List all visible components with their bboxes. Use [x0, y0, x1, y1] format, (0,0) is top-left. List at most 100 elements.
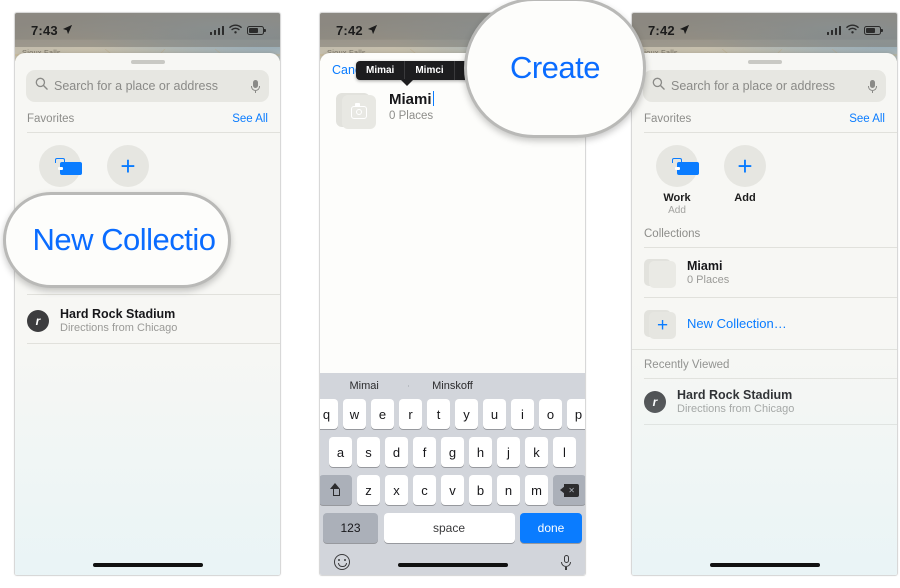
battery-icon — [864, 25, 883, 35]
maps-bottom-sheet: Search for a place or address Favorites … — [15, 53, 280, 575]
cellular-signal-icon — [209, 25, 224, 35]
list-item[interactable]: Miami 0 Places — [632, 248, 897, 297]
key-p[interactable]: p — [567, 399, 585, 429]
key-f[interactable]: f — [413, 437, 436, 467]
phone1-screen: Sioux Falls 7:43 — [15, 13, 280, 575]
onscreen-keyboard: Mimai Minskoff q w e r t y u i o p a s d… — [320, 373, 585, 575]
location-arrow-icon — [367, 23, 378, 38]
key-h[interactable]: h — [469, 437, 492, 467]
key-r[interactable]: r — [399, 399, 422, 429]
camera-icon[interactable] — [336, 91, 376, 129]
plus-icon: + — [107, 145, 149, 187]
cellular-signal-icon — [826, 25, 841, 35]
shift-icon[interactable] — [320, 475, 352, 505]
search-placeholder: Search for a place or address — [54, 79, 218, 93]
collection-title: Miami — [687, 259, 723, 273]
status-time-group: 7:43 — [31, 23, 73, 38]
microphone-icon[interactable] — [251, 79, 260, 93]
place-subtitle: Directions from Chicago — [677, 403, 795, 415]
favorites-row: Work Add + Add — [632, 133, 897, 222]
sheet-grabber-handle[interactable] — [747, 60, 782, 64]
key-c[interactable]: c — [413, 475, 436, 505]
status-bar: 7:43 — [15, 13, 280, 47]
maps-bottom-sheet: Search for a place or address Favorites … — [632, 53, 897, 575]
callout-new-collection: New Collectio — [3, 192, 231, 288]
new-collection-button[interactable]: + New Collection… — [632, 298, 897, 349]
emoji-icon[interactable] — [334, 554, 350, 570]
key-j[interactable]: j — [497, 437, 520, 467]
key-n[interactable]: n — [497, 475, 520, 505]
done-key[interactable]: done — [520, 513, 582, 543]
collections-header: Collections — [632, 222, 897, 247]
home-indicator[interactable] — [92, 563, 203, 567]
key-o[interactable]: o — [539, 399, 562, 429]
plus-icon: + — [644, 308, 676, 339]
key-q[interactable]: q — [320, 399, 338, 429]
key-s[interactable]: s — [357, 437, 380, 467]
search-icon — [35, 77, 48, 95]
list-item[interactable]: r Hard Rock Stadium Directions from Chic… — [632, 379, 897, 424]
home-indicator[interactable] — [397, 563, 508, 567]
key-y[interactable]: y — [455, 399, 478, 429]
status-time: 7:42 — [336, 22, 363, 38]
key-v[interactable]: v — [441, 475, 464, 505]
backspace-icon[interactable]: ✕ — [553, 475, 585, 505]
favorites-see-all-button[interactable]: See All — [849, 113, 885, 125]
recently-viewed-header: Recently Viewed — [632, 350, 897, 378]
key-a[interactable]: a — [329, 437, 352, 467]
numbers-key[interactable]: 123 — [323, 513, 378, 543]
key-d[interactable]: d — [385, 437, 408, 467]
sheet-grabber-handle[interactable] — [130, 60, 165, 64]
status-bar: 7:42 — [632, 13, 897, 47]
key-u[interactable]: u — [483, 399, 506, 429]
favorites-header: Favorites See All — [15, 102, 280, 132]
list-item[interactable]: r Hard Rock Stadium Directions from Chic… — [15, 295, 280, 343]
microphone-icon[interactable] — [561, 554, 571, 570]
favorite-label: Work — [663, 192, 691, 204]
key-m[interactable]: m — [525, 475, 548, 505]
place-subtitle: Directions from Chicago — [60, 322, 178, 334]
key-e[interactable]: e — [371, 399, 394, 429]
collections-title: Collections — [644, 228, 701, 240]
key-x[interactable]: x — [385, 475, 408, 505]
phone-screenshot-3: Sioux Falls 7:42 — [631, 12, 898, 576]
text-cursor — [432, 91, 435, 106]
suggestion-item[interactable]: Minskoff — [408, 380, 496, 392]
home-indicator[interactable] — [709, 563, 820, 567]
divider — [27, 343, 280, 344]
search-placeholder: Search for a place or address — [671, 79, 835, 93]
prediction-item[interactable]: Mimai — [356, 61, 406, 80]
search-input[interactable]: Search for a place or address — [26, 70, 269, 102]
key-i[interactable]: i — [511, 399, 534, 429]
wifi-icon — [846, 21, 859, 39]
callout-new-collection-text: New Collectio — [32, 222, 216, 257]
key-w[interactable]: w — [343, 399, 366, 429]
key-z[interactable]: z — [357, 475, 380, 505]
callout-create-text: Create — [509, 50, 601, 85]
favorites-see-all-button[interactable]: See All — [232, 113, 268, 125]
key-g[interactable]: g — [441, 437, 464, 467]
favorite-add[interactable]: + Add — [720, 145, 770, 216]
keyboard-row-2: a s d f g h j k l — [320, 437, 585, 467]
location-arrow-icon — [679, 23, 690, 38]
search-input[interactable]: Search for a place or address — [643, 70, 886, 102]
callout-create: Create — [464, 0, 646, 138]
suggestion-item[interactable]: Mimai — [320, 380, 408, 392]
collection-name-input[interactable]: Miami — [389, 91, 436, 108]
status-time: 7:43 — [31, 22, 58, 38]
collection-places-count: 0 Places — [389, 110, 434, 122]
place-title: Hard Rock Stadium — [677, 388, 793, 402]
prediction-item[interactable]: Mimci — [405, 61, 455, 80]
microphone-icon[interactable] — [868, 79, 877, 93]
status-icons — [209, 21, 266, 39]
key-b[interactable]: b — [469, 475, 492, 505]
key-t[interactable]: t — [427, 399, 450, 429]
place-pin-icon: r — [27, 309, 49, 332]
key-k[interactable]: k — [525, 437, 548, 467]
key-l[interactable]: l — [553, 437, 576, 467]
tutorial-screenshot-strip: Sioux Falls 7:43 — [0, 0, 900, 588]
favorite-sublabel: Add — [668, 205, 686, 216]
space-key[interactable]: space — [383, 513, 515, 543]
favorite-work[interactable]: Work Add — [652, 145, 702, 216]
keyboard-suggestion-bar: Mimai Minskoff — [320, 373, 585, 399]
